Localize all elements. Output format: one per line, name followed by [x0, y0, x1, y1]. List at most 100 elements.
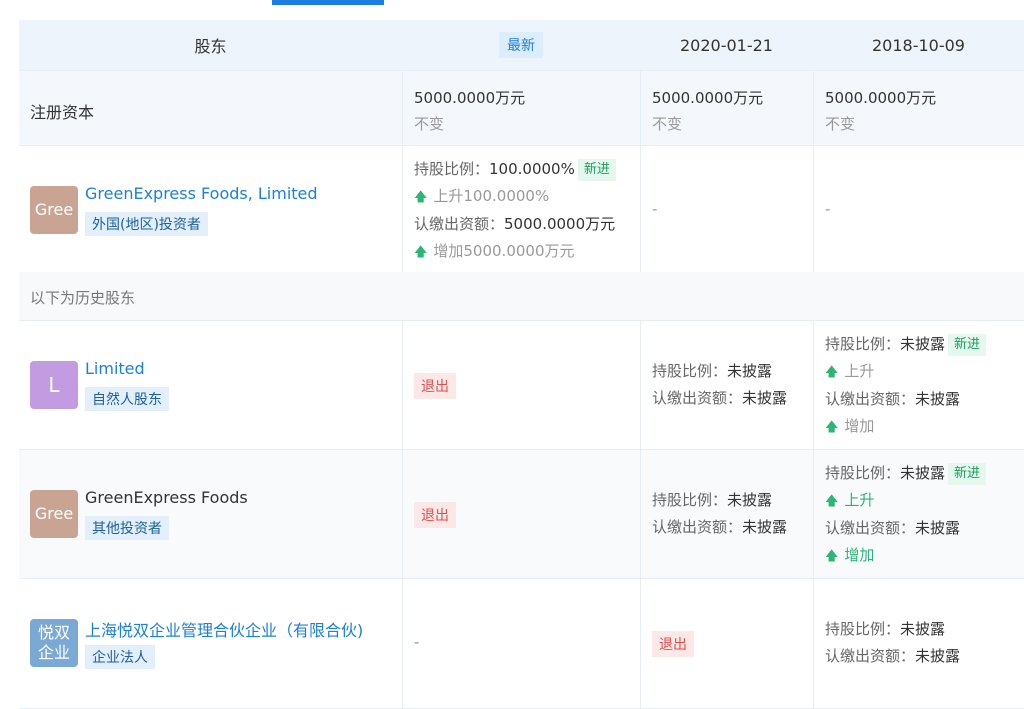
contribution-label: 认缴出资额： — [825, 647, 916, 665]
shareholder-name-link[interactable]: GreenExpress Foods, Limited — [85, 184, 318, 203]
contribution-value: 5000.0000万元 — [504, 215, 616, 233]
contribution-label: 认缴出资额： — [825, 519, 916, 537]
header-date-2[interactable]: 2018-10-09 — [813, 20, 1024, 70]
active-tab-indicator — [272, 0, 384, 5]
contribution-value: 未披露 — [915, 519, 961, 537]
registered-capital-label: 注册资本 — [30, 103, 95, 122]
header-date-1-label: 2020-01-21 — [680, 35, 773, 55]
ratio-change: 上升100.0000% — [433, 187, 550, 205]
new-in-badge: 新进 — [577, 159, 616, 181]
contribution-label: 认缴出资额： — [652, 518, 743, 536]
shareholder-cell: Gree GreenExpress Foods, Limited 外国(地区)投… — [19, 146, 402, 273]
capital-change: 不变 — [825, 115, 856, 133]
arrow-up-icon: 🡅 — [825, 420, 839, 435]
header-date-1[interactable]: 2020-01-21 — [640, 20, 813, 70]
shareholder-name-link[interactable]: 上海悦双企业管理合伙企业（有限合伙) — [85, 617, 363, 641]
contribution-label: 认缴出资额： — [825, 390, 916, 408]
contribution-value: 未披露 — [742, 518, 788, 536]
latest-cell: 退出 — [402, 450, 640, 579]
avatar: Gree — [30, 186, 78, 234]
date2-cell: 持股比例：未披露 认缴出资额：未披露 — [813, 579, 1024, 708]
contribution-change: 增加 — [844, 546, 875, 564]
shareholder-cell: 悦双企业 上海悦双企业管理合伙企业（有限合伙) 企业法人 — [19, 579, 402, 708]
capital-change: 不变 — [652, 115, 683, 133]
shareholder-type-tag: 外国(地区)投资者 — [85, 212, 208, 236]
shareholder-type-tag: 其他投资者 — [85, 516, 169, 540]
detail-block: 持股比例：未披露 新进 🡅 上升 认缴出资额：未披露 🡅 增加 — [825, 331, 987, 441]
latest-cell: - — [402, 579, 640, 708]
capital-change: 不变 — [414, 115, 445, 133]
arrow-up-icon: 🡅 — [825, 494, 839, 509]
ratio-detail: 持股比例：100.0000% 新进 🡅 上升100.0000% 认缴出资额：5000… — [414, 156, 616, 266]
registered-capital-row: 注册资本 5000.0000万元 不变 5000.0000万元 不变 5000.… — [19, 70, 1024, 146]
ratio-label: 持股比例： — [825, 620, 901, 638]
ratio-label: 持股比例： — [652, 491, 728, 509]
detail-block: 持股比例：未披露 认缴出资额：未披露 — [652, 358, 787, 412]
detail-block: 持股比例：未披露 认缴出资额：未披露 — [652, 487, 787, 541]
capital-value: 5000.0000万元 — [825, 89, 937, 107]
detail-block: 持股比例：未披露 认缴出资额：未披露 — [825, 616, 960, 670]
date1-cell: 持股比例：未披露 认缴出资额：未披露 — [640, 321, 813, 450]
date2-cell: 持股比例：未披露 新进 🡅 上升 认缴出资额：未披露 🡅 增加 — [813, 450, 1024, 579]
shareholder-name-link[interactable]: Limited — [85, 359, 145, 378]
latest-badge: 最新 — [499, 32, 543, 58]
contribution-change: 增加5000.0000万元 — [433, 242, 575, 260]
date1-cell: 退出 — [640, 579, 813, 708]
shareholder-name: GreenExpress Foods — [85, 488, 248, 507]
header-shareholder: 股东 — [19, 20, 402, 70]
empty-dash: - — [652, 200, 658, 218]
date1-cell: 持股比例：未披露 认缴出资额：未披露 — [640, 450, 813, 579]
header-date-2-label: 2018-10-09 — [872, 35, 965, 55]
contribution-value: 未披露 — [742, 389, 788, 407]
ratio-value: 未披露 — [900, 620, 946, 638]
latest-cell: 持股比例：100.0000% 新进 🡅 上升100.0000% 认缴出资额：5000… — [402, 146, 640, 273]
ratio-value: 未披露 — [727, 362, 773, 380]
contribution-label: 认缴出资额： — [414, 215, 505, 233]
arrow-up-icon: 🡅 — [825, 365, 839, 380]
ratio-label: 持股比例： — [825, 335, 901, 353]
ratio-label: 持股比例： — [414, 160, 490, 178]
ratio-value: 未披露 — [900, 335, 946, 353]
exit-badge: 退出 — [652, 631, 694, 657]
capital-value: 5000.0000万元 — [652, 89, 764, 107]
ratio-label: 持股比例： — [825, 464, 901, 482]
exit-badge: 退出 — [414, 373, 456, 399]
empty-dash: - — [414, 633, 420, 651]
exit-badge: 退出 — [414, 502, 456, 528]
new-in-badge: 新进 — [948, 334, 987, 356]
table-row: 悦双企业 上海悦双企业管理合伙企业（有限合伙) 企业法人 - 退出 持股比例：未… — [19, 578, 1024, 709]
ratio-change: 上升 — [844, 362, 875, 380]
shareholder-cell: Gree GreenExpress Foods 其他投资者 — [19, 450, 402, 579]
ratio-change: 上升 — [844, 491, 875, 509]
registered-capital-date1: 5000.0000万元 不变 — [640, 71, 813, 146]
detail-block: 持股比例：未披露 新进 🡅 上升 认缴出资额：未披露 🡅 增加 — [825, 460, 987, 570]
header-shareholder-label: 股东 — [194, 37, 227, 56]
new-in-badge: 新进 — [948, 463, 987, 485]
empty-dash: - — [825, 200, 831, 218]
contribution-value: 未披露 — [915, 390, 961, 408]
latest-cell: 退出 — [402, 321, 640, 450]
contribution-value: 未披露 — [915, 647, 961, 665]
shareholder-type-tag: 企业法人 — [85, 645, 155, 669]
table-row: Gree GreenExpress Foods, Limited 外国(地区)投… — [19, 145, 1024, 274]
header-latest: 最新 — [402, 20, 640, 70]
avatar: L — [30, 361, 78, 409]
history-section-label: 以下为历史股东 — [19, 272, 1024, 320]
table-row: Gree GreenExpress Foods 其他投资者 退出 持股比例：未披… — [19, 449, 1024, 579]
registered-capital-latest: 5000.0000万元 不变 — [402, 71, 640, 146]
arrow-up-icon: 🡅 — [414, 190, 428, 205]
arrow-up-icon: 🡅 — [414, 245, 428, 260]
history-label-text: 以下为历史股东 — [30, 289, 136, 307]
ratio-value: 未披露 — [900, 464, 946, 482]
avatar: Gree — [30, 490, 78, 538]
ratio-value: 未披露 — [727, 491, 773, 509]
table-header-row: 股东 最新 2020-01-21 2018-10-09 — [19, 20, 1024, 70]
arrow-up-icon: 🡅 — [825, 549, 839, 564]
shareholder-cell: L Limited 自然人股东 — [19, 321, 402, 450]
ratio-value: 100.0000% — [489, 160, 575, 178]
ratio-label: 持股比例： — [652, 362, 728, 380]
date1-cell: - — [640, 146, 813, 273]
contribution-label: 认缴出资额： — [652, 389, 743, 407]
avatar: 悦双企业 — [30, 619, 78, 667]
contribution-change: 增加 — [844, 417, 875, 435]
